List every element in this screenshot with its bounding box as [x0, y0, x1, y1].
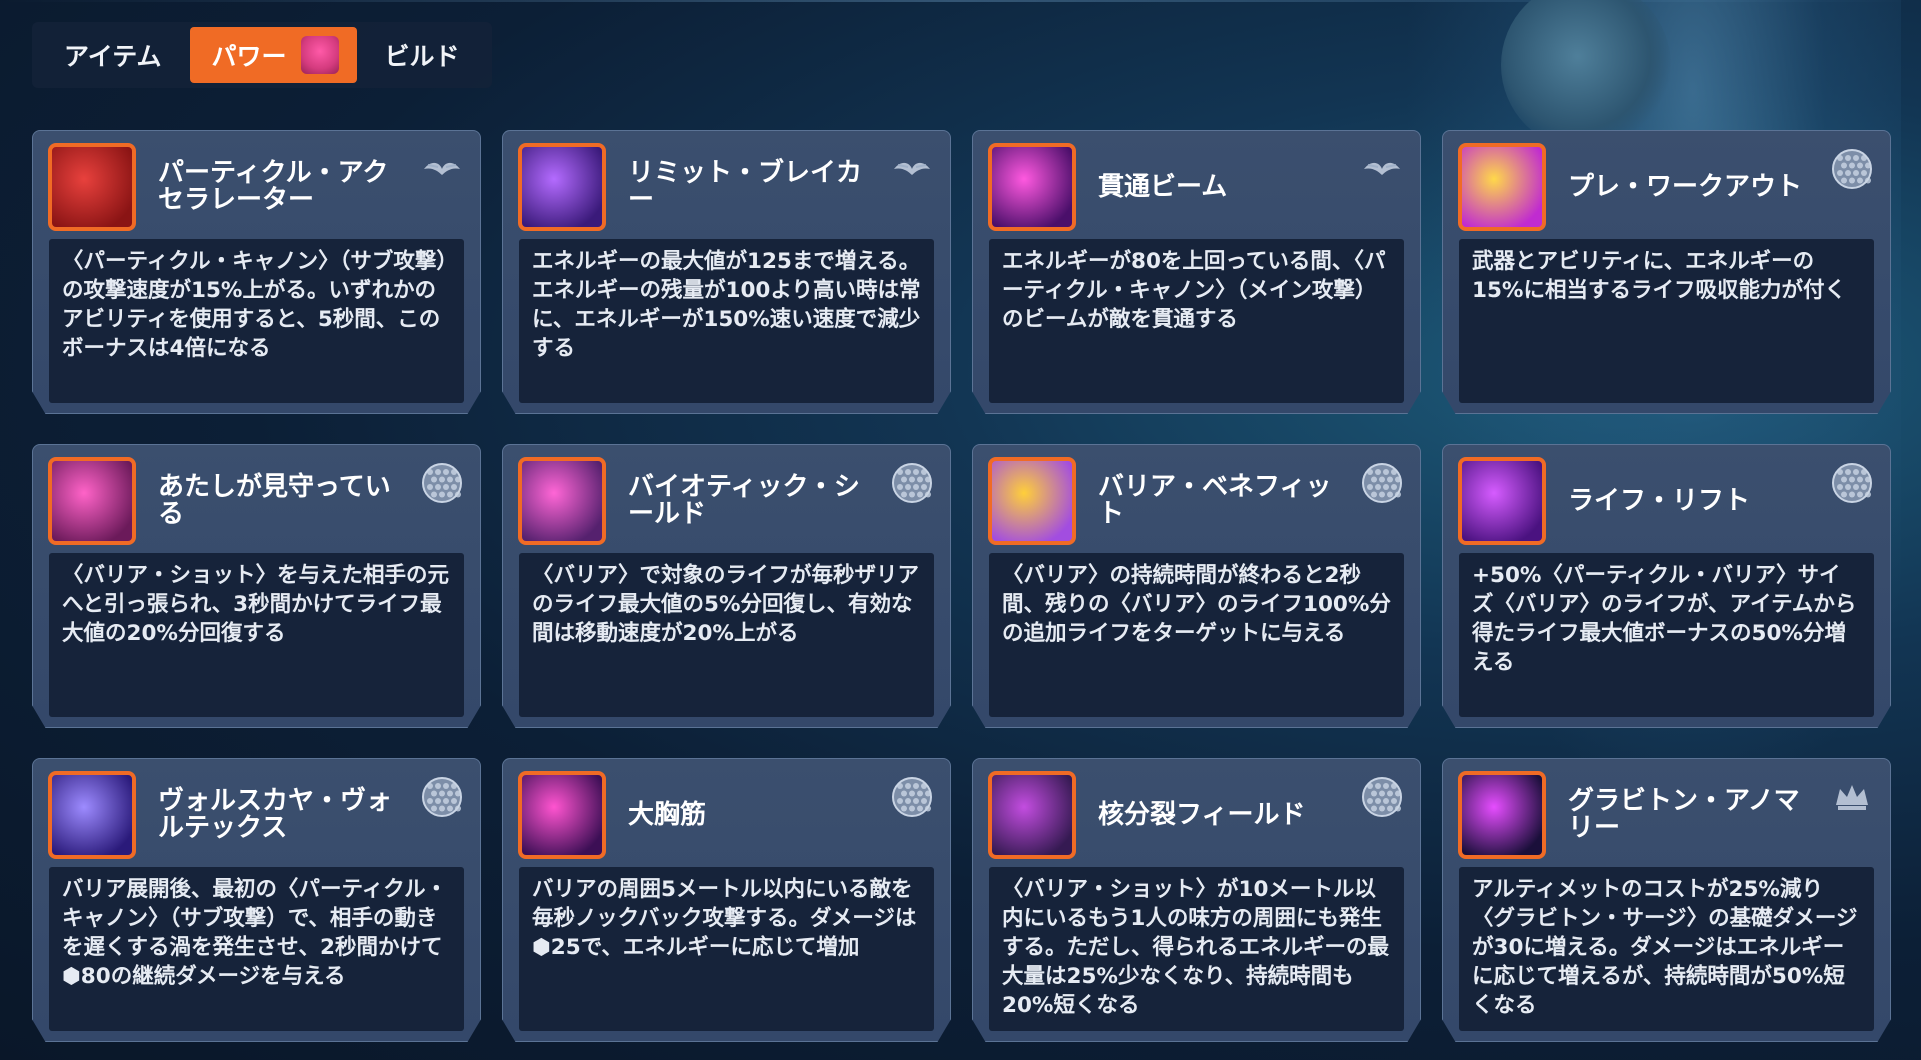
power-title: ライフ・リフト — [1568, 485, 1751, 516]
power-description: 〈パーティクル・キャノン〉（サブ攻撃）の攻撃速度が15%上がる。いずれかのアビリ… — [49, 239, 464, 403]
wings-icon — [424, 162, 460, 175]
wings-icon — [1364, 162, 1400, 175]
power-card-8[interactable]: ライフ・リフト +50%〈パーティクル・バリア〉サイズ〈バリア〉のライフが、アイ… — [1442, 444, 1891, 728]
power-description: 〈バリア・ショット〉が10メートル以内にいるもう1人の味方の周囲にも発生する。た… — [989, 867, 1404, 1031]
power-description: 〈バリア〉で対象のライフが毎秒ザリアのライフ最大値の5%分回復し、有効な間は移動… — [519, 553, 934, 717]
power-card-2[interactable]: リミット・ブレイカー エネルギーの最大値が125まで増える。エネルギーの残量が1… — [502, 130, 951, 414]
power-description: 〈バリア〉の持続時間が終わると2秒間、残りの〈バリア〉のライフ100%分の追加ラ… — [989, 553, 1404, 717]
hexagon-icon — [1362, 463, 1402, 503]
tab-build[interactable]: ビルド — [363, 27, 482, 83]
power-title: ヴォルスカヤ・ヴォルテックス — [158, 786, 393, 843]
power-title: リミット・ブレイカー — [628, 158, 863, 215]
crown-icon — [1836, 785, 1868, 810]
hexagon-icon — [1362, 777, 1402, 817]
power-title: グラビトン・アノマリー — [1568, 786, 1800, 843]
power-description: バリアの周囲5メートル以内にいる敵を毎秒ノックバック攻撃する。ダメージは⬢25で… — [519, 867, 934, 1031]
power-icon — [988, 771, 1076, 859]
power-title: バリア・ベネフィット — [1098, 472, 1332, 529]
hexagon-icon — [892, 777, 932, 817]
power-description: バリア展開後、最初の〈パーティクル・キャノン〉（サブ攻撃）で、相手の動きを遅くす… — [49, 867, 464, 1031]
hexagon-icon — [1832, 149, 1872, 189]
power-icon — [518, 143, 606, 231]
hexagon-icon — [422, 777, 462, 817]
tab-powers[interactable]: パワー — [189, 27, 357, 83]
power-grid: パーティクル・アクセラレーター 〈パーティクル・キャノン〉（サブ攻撃）の攻撃速度… — [32, 130, 1892, 1042]
power-description: エネルギーが80を上回っている間、〈パーティクル・キャノン〉（メイン攻撃）のビー… — [989, 239, 1404, 403]
hexagon-icon — [422, 463, 462, 503]
power-title: バイオティック・シールド — [628, 472, 860, 529]
hexagon-icon — [1832, 463, 1872, 503]
power-title: 貫通ビーム — [1098, 171, 1228, 202]
power-description: +50%〈パーティクル・バリア〉サイズ〈バリア〉のライフが、アイテムから得たライ… — [1459, 553, 1874, 717]
hero-avatar-icon — [300, 36, 339, 74]
power-icon — [1458, 771, 1546, 859]
power-description: エネルギーの最大値が125まで増える。エネルギーの残量が100より高い時は常に、… — [519, 239, 934, 403]
power-card-5[interactable]: あたしが見守っている 〈バリア・ショット〉を与えた相手の元へと引っ張られ、3秒間… — [32, 444, 481, 728]
power-description: 〈バリア・ショット〉を与えた相手の元へと引っ張られ、3秒間かけてライフ最大値の2… — [49, 553, 464, 717]
tab-powers-label: パワー — [211, 42, 287, 71]
power-icon — [518, 457, 606, 545]
hexagon-icon — [892, 463, 932, 503]
tab-items[interactable]: アイテム — [42, 27, 184, 83]
power-icon — [988, 457, 1076, 545]
power-card-9[interactable]: ヴォルスカヤ・ヴォルテックス バリア展開後、最初の〈パーティクル・キャノン〉（サ… — [32, 758, 481, 1042]
tab-bar: アイテム パワー ビルド — [32, 22, 492, 88]
wings-icon — [894, 162, 930, 175]
power-icon — [48, 457, 136, 545]
power-description: 武器とアビリティに、エネルギーの15%に相当するライフ吸収能力が付く — [1459, 239, 1874, 403]
power-card-11[interactable]: 核分裂フィールド 〈バリア・ショット〉が10メートル以内にいるもう1人の味方の周… — [972, 758, 1421, 1042]
power-icon — [518, 771, 606, 859]
power-icon — [988, 143, 1076, 231]
power-card-7[interactable]: バリア・ベネフィット 〈バリア〉の持続時間が終わると2秒間、残りの〈バリア〉のラ… — [972, 444, 1421, 728]
power-title: 大胸筋 — [628, 799, 707, 830]
power-card-4[interactable]: プレ・ワークアウト 武器とアビリティに、エネルギーの15%に相当するライフ吸収能… — [1442, 130, 1891, 414]
power-icon — [1458, 457, 1546, 545]
power-title: 核分裂フィールド — [1098, 799, 1306, 830]
hero-portrait — [1501, 0, 1671, 150]
power-description: アルティメットのコストが25%減り〈グラビトン・サージ〉の基礎ダメージが30に増… — [1459, 867, 1874, 1031]
power-icon — [1458, 143, 1546, 231]
power-card-1[interactable]: パーティクル・アクセラレーター 〈パーティクル・キャノン〉（サブ攻撃）の攻撃速度… — [32, 130, 481, 414]
power-title: プレ・ワークアウト — [1568, 171, 1803, 202]
power-card-3[interactable]: 貫通ビーム エネルギーが80を上回っている間、〈パーティクル・キャノン〉（メイン… — [972, 130, 1421, 414]
power-card-12[interactable]: グラビトン・アノマリー アルティメットのコストが25%減り〈グラビトン・サージ〉… — [1442, 758, 1891, 1042]
power-card-10[interactable]: 大胸筋 バリアの周囲5メートル以内にいる敵を毎秒ノックバック攻撃する。ダメージは… — [502, 758, 951, 1042]
power-icon — [48, 771, 136, 859]
power-title: あたしが見守っている — [158, 472, 391, 529]
power-card-6[interactable]: バイオティック・シールド 〈バリア〉で対象のライフが毎秒ザリアのライフ最大値の5… — [502, 444, 951, 728]
power-icon — [48, 143, 136, 231]
power-title: パーティクル・アクセラレーター — [158, 158, 389, 215]
